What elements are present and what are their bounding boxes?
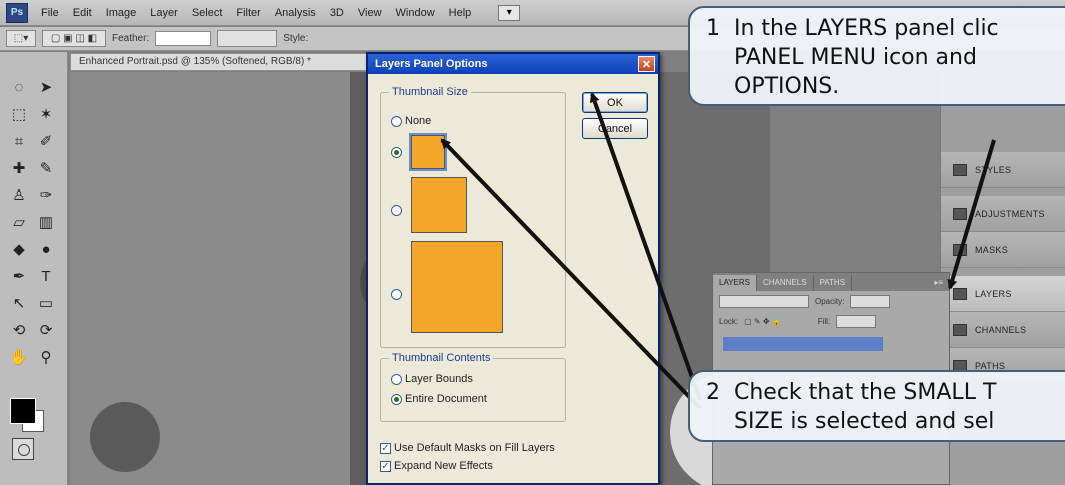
callout-line: 2 Check that the SMALL T xyxy=(706,378,1065,407)
callout-number: 2 xyxy=(706,380,720,405)
arrow-to-panel-menu xyxy=(947,139,996,290)
callout-step-2: 2 Check that the SMALL T SIZE is selected… xyxy=(688,370,1065,442)
callout-line: 1 In the LAYERS panel clic xyxy=(706,14,1065,43)
callout-line: PANEL MENU icon and xyxy=(734,45,977,70)
callout-step-1: 1 In the LAYERS panel clic PANEL MENU ico… xyxy=(688,6,1065,106)
callout-line: OPTIONS. xyxy=(734,74,840,99)
callout-number: 1 xyxy=(706,16,720,41)
screenshot: Ps File Edit Image Layer Select Filter A… xyxy=(0,0,1065,485)
callout-text: In the LAYERS panel clic xyxy=(734,16,999,41)
arrow-to-small-thumbnail xyxy=(440,138,702,410)
callout-line: SIZE is selected and sel xyxy=(734,409,995,434)
callout-text: Check that the SMALL T xyxy=(734,380,997,405)
